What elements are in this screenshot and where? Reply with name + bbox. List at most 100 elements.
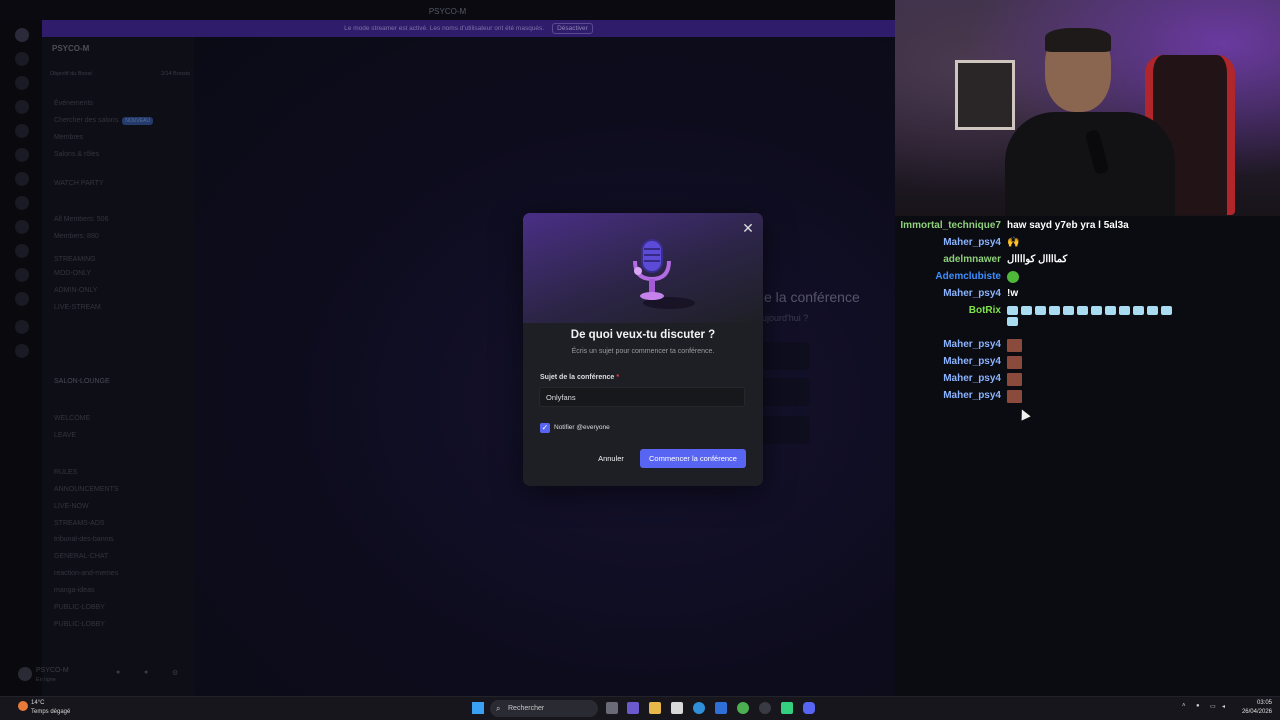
close-icon[interactable]: ✕ bbox=[740, 220, 756, 236]
mail-icon[interactable] bbox=[715, 702, 727, 714]
app-icon[interactable] bbox=[759, 702, 771, 714]
channel-item[interactable]: ADMIN-ONLY bbox=[54, 287, 97, 294]
mic-icon[interactable]: ● bbox=[116, 669, 120, 676]
server-icon[interactable] bbox=[15, 196, 29, 210]
boost-goal[interactable]: Objectif du Boost 2/14 Boosts bbox=[50, 71, 190, 77]
topic-label: Sujet de la conférence * bbox=[540, 374, 619, 381]
explore-icon[interactable] bbox=[15, 344, 29, 358]
channel-item[interactable]: Chercher des salons NOUVEAU bbox=[54, 117, 153, 125]
server-icon[interactable] bbox=[15, 244, 29, 258]
new-badge: NOUVEAU bbox=[122, 117, 153, 125]
channel-item[interactable]: All Members: 506 bbox=[54, 216, 108, 223]
ice-emote-icon bbox=[1077, 305, 1088, 315]
channel-category[interactable]: STREAMING bbox=[54, 256, 96, 263]
server-icon[interactable] bbox=[15, 52, 29, 66]
background-option bbox=[760, 416, 810, 444]
channel-item[interactable]: manga-ideas bbox=[54, 587, 94, 594]
discord-icon[interactable] bbox=[803, 702, 815, 714]
channel-item-selected[interactable]: SALON-LOUNGE bbox=[54, 378, 110, 385]
tray-chevron-icon[interactable]: ˄ bbox=[1182, 703, 1186, 709]
chat-message: Maher_psy4 bbox=[900, 388, 1278, 404]
chat-username: Ademclubiste bbox=[935, 271, 1001, 282]
channel-item[interactable]: Salons & rôles bbox=[54, 151, 99, 158]
channel-item[interactable]: LEAVE bbox=[54, 432, 76, 439]
discord-home-icon[interactable] bbox=[15, 28, 29, 42]
channel-sidebar: PSYCO-M Objectif du Boost 2/14 Boosts Év… bbox=[42, 37, 194, 696]
channel-item[interactable]: Members: 880 bbox=[54, 233, 99, 240]
notify-checkbox[interactable]: ✓ bbox=[540, 423, 550, 433]
modal-subtitle: Écris un sujet pour commencer ta confére… bbox=[571, 348, 715, 355]
windows-taskbar: 14°C Temps dégagé ⌕ Rechercher ˄ ● ▭ ◂ 0… bbox=[0, 696, 1280, 720]
chat-text: كماااال كواااال bbox=[1007, 254, 1068, 265]
microphone-illustration-icon bbox=[633, 239, 695, 309]
clock-date[interactable]: 26/04/2026 bbox=[1240, 709, 1272, 715]
ice-emote-icon bbox=[1161, 305, 1172, 315]
chat-text: haw sayd y7eb yra l 5al3a bbox=[1007, 220, 1129, 231]
weather-description[interactable]: Temps dégagé bbox=[31, 709, 70, 715]
disable-streamer-mode-button[interactable]: Désactiver bbox=[552, 23, 593, 34]
search-icon: ⌕ bbox=[496, 704, 501, 713]
channel-item[interactable]: LIVE-STREAM bbox=[54, 304, 101, 311]
topic-label-text: Sujet de la conférence bbox=[540, 374, 615, 381]
start-conference-button[interactable]: Commencer la conférence bbox=[640, 449, 746, 468]
server-icon[interactable] bbox=[15, 292, 29, 306]
server-icon[interactable] bbox=[15, 172, 29, 186]
channel-item[interactable]: LIVE-NOW bbox=[54, 503, 89, 510]
chat-emote bbox=[1007, 339, 1022, 352]
server-icon[interactable] bbox=[15, 148, 29, 162]
channel-item[interactable]: Événements bbox=[54, 100, 93, 107]
chat-username: Maher_psy4 bbox=[943, 390, 1001, 401]
ice-emote-icon bbox=[1035, 305, 1046, 315]
weather-temperature[interactable]: 14°C bbox=[31, 700, 44, 706]
channel-item[interactable]: GENERAL-CHAT bbox=[54, 553, 108, 560]
channel-item[interactable]: ANNOUNCEMENTS bbox=[54, 486, 119, 493]
topic-input[interactable] bbox=[539, 387, 745, 407]
volume-icon[interactable]: ◂ bbox=[1222, 703, 1225, 710]
channel-item[interactable]: PUBLIC-LOBBY bbox=[54, 621, 105, 628]
banner-text: Le mode streamer est activé. Les noms d'… bbox=[344, 25, 545, 32]
network-icon[interactable]: ▭ bbox=[1210, 703, 1216, 710]
windows-start-icon[interactable] bbox=[472, 702, 484, 714]
channel-item[interactable]: WATCH PARTY bbox=[54, 180, 104, 187]
server-name[interactable]: PSYCO-M bbox=[52, 44, 89, 53]
teams-icon[interactable] bbox=[627, 702, 639, 714]
chat-message: Ademclubiste bbox=[900, 269, 1278, 285]
edge-icon[interactable] bbox=[693, 702, 705, 714]
avatar[interactable] bbox=[18, 667, 32, 681]
chat-emote bbox=[1007, 356, 1022, 369]
screen: PSYCO-M Le mode streamer est activé. Les… bbox=[0, 0, 1280, 720]
server-icon[interactable] bbox=[15, 220, 29, 234]
cancel-button[interactable]: Annuler bbox=[591, 449, 631, 468]
channel-item[interactable]: PUBLIC-LOBBY bbox=[54, 604, 105, 611]
weather-icon[interactable] bbox=[18, 701, 28, 711]
server-icon[interactable] bbox=[15, 100, 29, 114]
chat-username: BotRix bbox=[968, 305, 1001, 316]
server-icon[interactable] bbox=[15, 76, 29, 90]
settings-gear-icon[interactable]: ⚙ bbox=[172, 669, 178, 677]
background-option bbox=[760, 378, 810, 406]
channel-item[interactable]: reaction-and-memes bbox=[54, 570, 118, 577]
channel-item[interactable]: WELCOME bbox=[54, 415, 90, 422]
add-server-icon[interactable] bbox=[15, 320, 29, 334]
chat-message: Maher_psy4 🙌 bbox=[900, 235, 1278, 251]
microphone-tray-icon[interactable]: ● bbox=[1196, 703, 1200, 709]
obs-icon[interactable] bbox=[781, 702, 793, 714]
channel-item[interactable]: MOD-ONLY bbox=[54, 270, 91, 277]
clock-time[interactable]: 03:05 bbox=[1240, 700, 1272, 706]
channel-item[interactable]: tribunal-des-bannis bbox=[54, 536, 114, 543]
server-icon[interactable] bbox=[15, 124, 29, 138]
chat-username: Maher_psy4 bbox=[943, 288, 1001, 299]
file-explorer-icon[interactable] bbox=[649, 702, 661, 714]
task-view-icon[interactable] bbox=[606, 702, 618, 714]
taskbar-search[interactable]: ⌕ Rechercher bbox=[490, 700, 598, 717]
headphones-icon[interactable]: ● bbox=[144, 669, 148, 676]
channel-item[interactable]: RULES bbox=[54, 469, 77, 476]
store-icon[interactable] bbox=[671, 702, 683, 714]
start-conference-modal: ✕ De quoi veux-tu discuter ? Écris un su… bbox=[523, 213, 763, 486]
chrome-icon[interactable] bbox=[737, 702, 749, 714]
channel-item[interactable]: Membres bbox=[54, 134, 83, 141]
chat-message: adelmnawer كماااال كواااال bbox=[900, 252, 1278, 268]
channel-item[interactable]: STREAMS-ADS bbox=[54, 520, 105, 527]
face-emote-icon bbox=[1007, 339, 1022, 352]
server-icon[interactable] bbox=[15, 268, 29, 282]
